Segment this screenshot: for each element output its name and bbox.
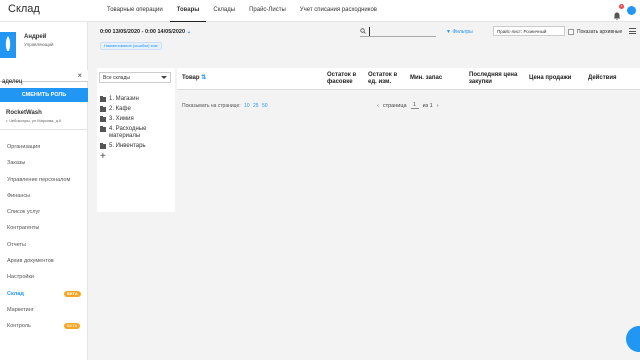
- folder-icon: [100, 96, 106, 102]
- main-tabs: Товарные операции Товары Склады Прайс-Ли…: [100, 0, 384, 22]
- tab-consumables-writeoff[interactable]: Учет списания расходников: [293, 0, 384, 22]
- folder-icon: [100, 143, 106, 149]
- per-page-option[interactable]: 50: [262, 103, 268, 109]
- warehouse-select[interactable]: Все склады: [99, 72, 171, 83]
- user-name: Андрей: [24, 34, 47, 40]
- table-header: Товар ⇅ Остаток в фасовке Остаток в ед. …: [177, 68, 640, 90]
- main-header: 0:00 13/05/2020 - 0:00 14/05/2020 ⌄ Наим…: [88, 22, 640, 50]
- sidebar-item-control[interactable]: Контроль BETA: [0, 318, 88, 334]
- sidebar-item-settings[interactable]: Настройки: [0, 269, 88, 285]
- sidebar-nav: Организация Заказы Управление персоналом…: [0, 139, 88, 335]
- folder-icon: [100, 126, 106, 132]
- page-input[interactable]: 1: [410, 102, 419, 109]
- top-right-controls: 3: [613, 3, 636, 20]
- per-page-option[interactable]: 10: [244, 103, 250, 109]
- add-folder-icon[interactable]: +: [100, 152, 173, 162]
- chevron-down-icon: [161, 76, 167, 79]
- filter-chip[interactable]: Наименование (ошибки) хим: [100, 42, 162, 50]
- sidebar-item-reports[interactable]: Отчеты: [0, 237, 88, 253]
- column-header-actions: Действия: [588, 75, 617, 81]
- sidebar: Андрей Управляющий × СМЕНИТЬ РОЛЬ Rocket…: [0, 22, 88, 360]
- sidebar-item-finance[interactable]: Финансы: [0, 188, 88, 204]
- tab-goods[interactable]: Товары: [169, 0, 207, 22]
- tab-warehouses[interactable]: Склады: [206, 0, 242, 22]
- clear-search-icon[interactable]: ×: [77, 71, 82, 80]
- tab-price-lists[interactable]: Прайс-Листы: [242, 0, 293, 22]
- per-page-selector: Показывать на странице: 10 25 50: [182, 103, 268, 109]
- sidebar-search-input[interactable]: [0, 79, 70, 85]
- column-header-sale-price: Цена продажи: [529, 75, 572, 81]
- prev-page-icon[interactable]: ‹: [377, 103, 379, 109]
- warehouse-panel: Все склады 1. Магазин 2. Кафе 3. Химия 4…: [97, 68, 175, 212]
- top-bar: Склад Товарные операции Товары Склады Пр…: [0, 0, 640, 22]
- company-address: г. Чебоксары, ул Маркова, д.6: [6, 118, 62, 123]
- company-name: RocketWash: [6, 110, 42, 116]
- filter-icon: ▼: [446, 29, 451, 35]
- user-avatar[interactable]: [627, 6, 636, 15]
- sidebar-item-orders[interactable]: Заказы: [0, 155, 88, 171]
- warehouse-tree: 1. Магазин 2. Кафе 3. Химия 4. Расходные…: [100, 96, 173, 162]
- sidebar-item-documents-archive[interactable]: Архив документов: [0, 253, 88, 269]
- warehouse-tree-item[interactable]: 5. Инвентарь: [100, 143, 173, 150]
- sort-icon[interactable]: ⇅: [201, 75, 206, 81]
- goods-table: Товар ⇅ Остаток в фасовке Остаток в ед. …: [177, 68, 640, 298]
- menu-icon[interactable]: [629, 28, 636, 34]
- sidebar-item-contractors[interactable]: Контрагенты: [0, 220, 88, 236]
- column-header-stock-units: Остаток в ед. изм.: [368, 72, 398, 85]
- pagination: ‹ страница 1 из 1 ›: [377, 102, 439, 109]
- sidebar-item-marketing[interactable]: Маркетинг: [0, 302, 88, 318]
- folder-icon: [100, 116, 106, 122]
- change-role-button[interactable]: СМЕНИТЬ РОЛЬ: [0, 88, 88, 102]
- notifications-icon[interactable]: 3: [613, 3, 624, 20]
- chevron-down-icon: ⌄: [186, 29, 192, 35]
- sidebar-divider: [0, 129, 88, 130]
- warehouse-tree-item[interactable]: 4. Расходные материалы: [100, 126, 173, 140]
- search-icon: [360, 28, 366, 34]
- tab-goods-operations[interactable]: Товарные операции: [100, 0, 170, 22]
- sidebar-item-staff[interactable]: Управление персоналом: [0, 172, 88, 188]
- sidebar-item-warehouse[interactable]: Склад BETA: [0, 286, 88, 302]
- sidebar-item-services[interactable]: Список услуг: [0, 204, 88, 220]
- folder-icon: [100, 106, 106, 112]
- column-header-goods[interactable]: Товар ⇅: [182, 75, 206, 82]
- notifications-badge: 3: [619, 3, 624, 9]
- next-page-icon[interactable]: ›: [437, 103, 439, 109]
- column-header-stock-packed: Остаток в фасовке: [327, 72, 357, 85]
- beta-badge: BETA: [64, 323, 81, 330]
- per-page-option[interactable]: 25: [253, 103, 259, 109]
- column-header-last-purchase-price: Последняя цена закупки: [469, 72, 518, 85]
- show-archived-toggle[interactable]: Показать архивные: [568, 29, 622, 35]
- warehouse-tree-item[interactable]: 3. Химия: [100, 116, 173, 123]
- sidebar-search: ×: [0, 70, 88, 85]
- user-role: Управляющий: [24, 42, 54, 47]
- show-archived-checkbox[interactable]: [568, 29, 574, 35]
- beta-badge: BETA: [64, 290, 81, 297]
- pricelist-select[interactable]: Прайс-лист: Розничный: [493, 26, 565, 36]
- rocket-logo-icon: [0, 32, 16, 58]
- sidebar-item-organization[interactable]: Организация: [0, 139, 88, 155]
- warehouse-tree-item[interactable]: 1. Магазин: [100, 96, 173, 103]
- goods-search: [360, 27, 436, 37]
- filters-button[interactable]: ▼ Фильтры: [446, 29, 473, 35]
- column-header-min-stock: Мин. запас: [410, 75, 443, 81]
- date-range-picker[interactable]: 0:00 13/05/2020 - 0:00 14/05/2020 ⌄: [100, 29, 191, 35]
- warehouse-tree-item[interactable]: 2. Кафе: [100, 106, 173, 113]
- goods-search-input[interactable]: [369, 27, 429, 36]
- help-chat-button[interactable]: [626, 326, 640, 352]
- app-title: Склад: [8, 3, 40, 15]
